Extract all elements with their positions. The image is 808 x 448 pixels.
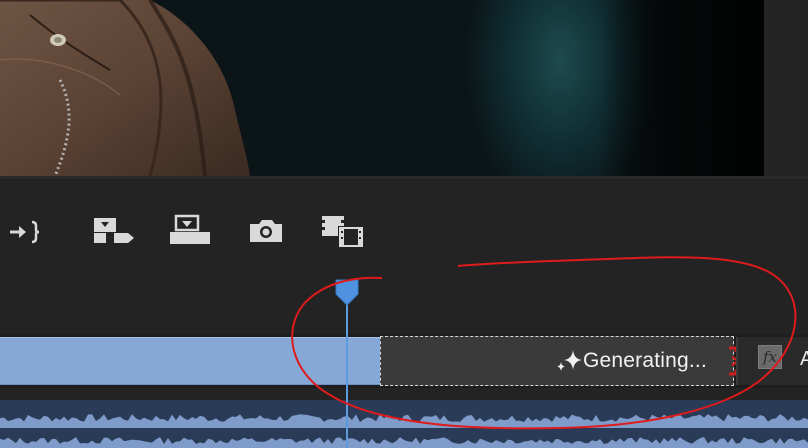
overwrite-button[interactable] xyxy=(168,214,212,248)
camera-icon xyxy=(250,220,282,242)
fx-badge[interactable]: fx xyxy=(758,345,782,369)
monitor-margin xyxy=(764,0,808,176)
generative-extend-clip[interactable]: Generating... xyxy=(380,336,734,386)
audio-track[interactable] xyxy=(0,400,808,448)
program-monitor-frame xyxy=(0,0,764,176)
sparkle-icon xyxy=(557,350,582,371)
playhead-handle[interactable] xyxy=(335,278,359,306)
go-to-out-point-button[interactable] xyxy=(4,214,48,248)
video-clip[interactable] xyxy=(0,337,380,385)
timeline-ruler[interactable] xyxy=(0,268,808,332)
panel-divider xyxy=(0,176,808,179)
export-frame-button[interactable] xyxy=(246,214,290,248)
playhead-line xyxy=(346,288,348,448)
comparison-view-icon xyxy=(322,216,364,247)
next-clip[interactable]: fx A xyxy=(736,337,808,385)
comparison-view-button[interactable] xyxy=(320,214,364,248)
next-clip-label: A xyxy=(800,348,808,370)
insert-button[interactable] xyxy=(92,214,136,248)
overwrite-icon xyxy=(170,214,210,244)
audio-waveform xyxy=(0,400,808,448)
go-to-out-icon xyxy=(10,220,40,244)
generating-label: Generating... xyxy=(582,349,707,372)
insert-icon xyxy=(94,218,134,243)
